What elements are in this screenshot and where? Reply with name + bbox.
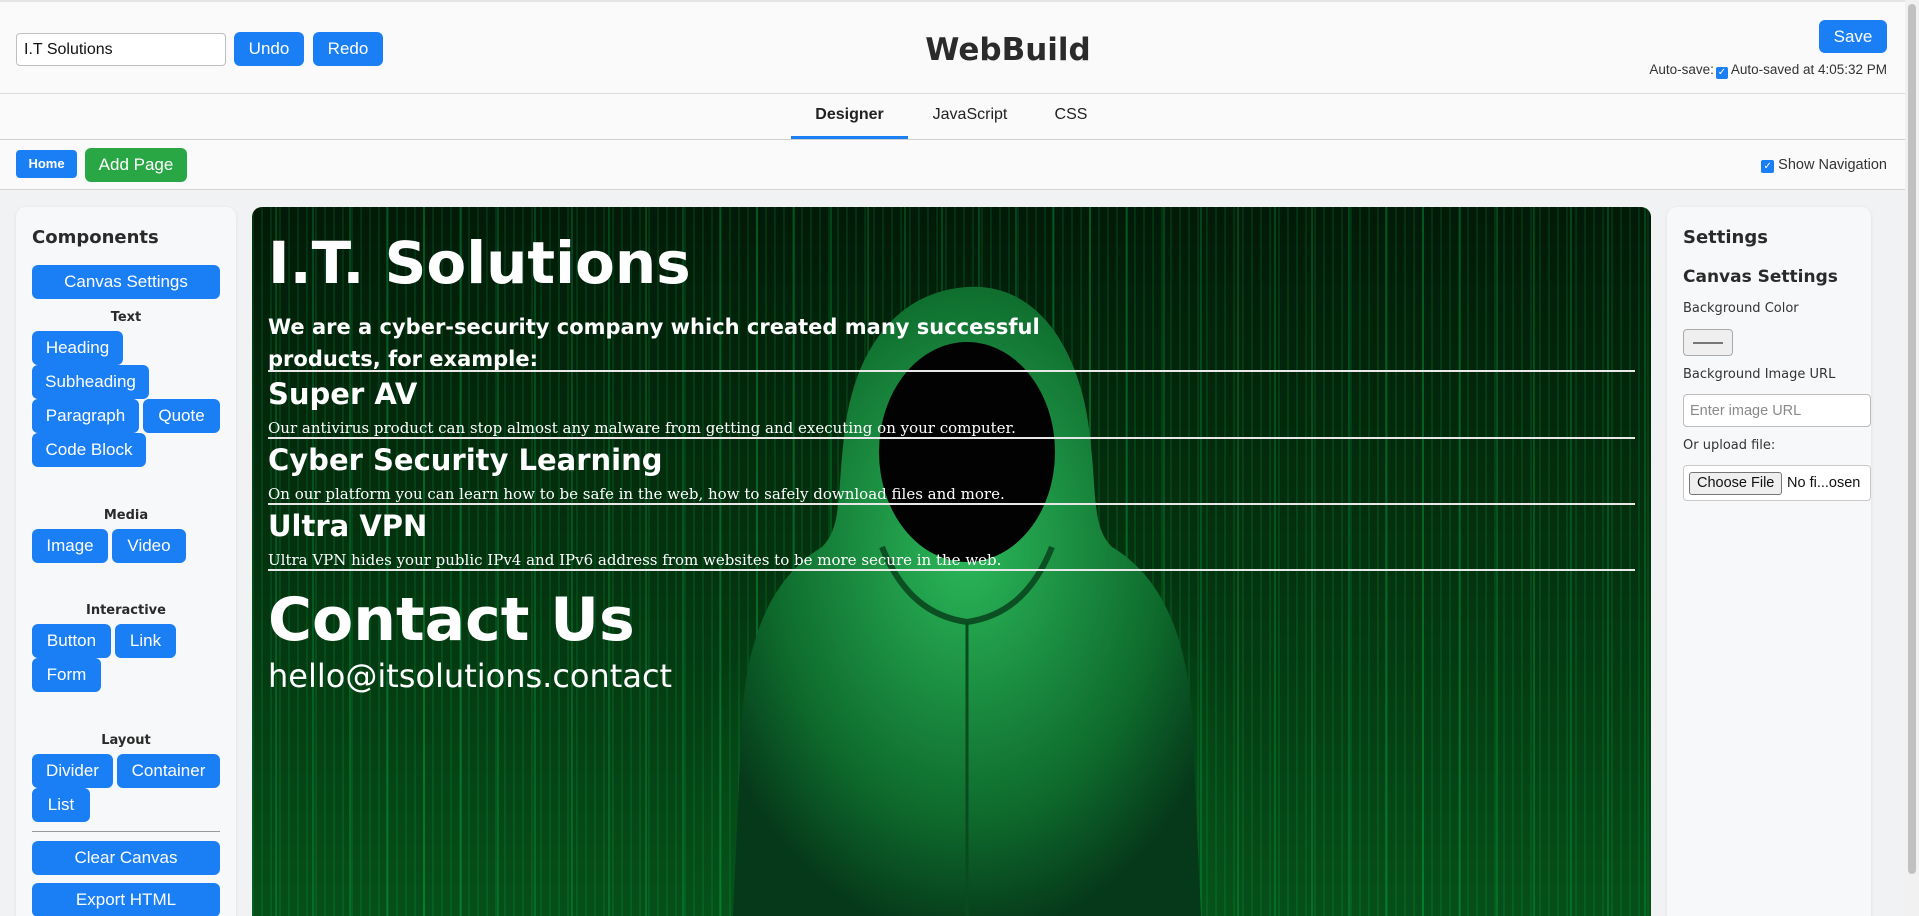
product-heading-ultra-vpn[interactable]: Ultra VPN <box>268 509 427 543</box>
file-status-text: No fi...osen <box>1787 475 1861 491</box>
design-canvas[interactable]: I.T. Solutions We are a cyber-security c… <box>252 207 1651 916</box>
export-html-button[interactable]: Export HTML <box>32 883 220 916</box>
layout-section-label: Layout <box>101 733 151 748</box>
contact-email[interactable]: hello@itsolutions.contact <box>268 657 672 695</box>
tab-css[interactable]: CSS <box>1031 94 1111 139</box>
autosave-checkbox[interactable]: ✓ <box>1715 67 1728 79</box>
contact-heading[interactable]: Contact Us <box>268 585 635 655</box>
bg-image-url-input[interactable] <box>1683 394 1871 427</box>
video-button[interactable]: Video <box>112 529 186 563</box>
code-block-button[interactable]: Code Block <box>32 433 146 467</box>
app-title: WebBuild <box>925 32 1091 68</box>
quote-button[interactable]: Quote <box>143 399 220 433</box>
canvas-site-title[interactable]: I.T. Solutions <box>268 229 691 297</box>
canvas-divider[interactable] <box>268 503 1635 505</box>
show-navigation-checkbox[interactable]: ✓ <box>1761 160 1775 173</box>
show-navigation-toggle: ✓ Show Navigation <box>1761 157 1887 173</box>
tab-designer[interactable]: Designer <box>791 94 908 139</box>
text-section-label: Text <box>110 310 142 325</box>
autosave-status: Auto-save: ✓ Auto-saved at 4:05:32 PM <box>1649 62 1887 79</box>
canvas-divider[interactable] <box>268 569 1635 571</box>
home-page-button[interactable]: Home <box>16 150 77 178</box>
upload-file-label: Or upload file: <box>1683 438 1776 453</box>
save-button[interactable]: Save <box>1819 20 1887 53</box>
form-button[interactable]: Form <box>32 658 101 692</box>
add-page-button[interactable]: Add Page <box>85 148 187 182</box>
settings-panel: Settings Canvas Settings Background Colo… <box>1667 207 1871 916</box>
page-scrollbar[interactable] <box>1905 0 1919 916</box>
canvas-settings-heading: Canvas Settings <box>1683 267 1838 287</box>
interactive-section-label: Interactive <box>86 603 166 618</box>
list-button[interactable]: List <box>32 788 90 822</box>
subheading-button[interactable]: Subheading <box>32 365 149 399</box>
paragraph-button[interactable]: Paragraph <box>32 399 139 433</box>
button-component-button[interactable]: Button <box>32 624 111 658</box>
product-desc-super-av[interactable]: Our antivirus product can stop almost an… <box>268 419 1016 437</box>
product-desc-cyber-learning[interactable]: On our platform you can learn how to be … <box>268 485 1005 503</box>
pages-bar: Home Add Page ✓ Show Navigation <box>0 140 1919 190</box>
media-section-label: Media <box>103 508 149 523</box>
canvas-settings-button[interactable]: Canvas Settings <box>32 265 220 299</box>
tab-javascript[interactable]: JavaScript <box>920 94 1020 139</box>
bg-color-picker[interactable] <box>1683 329 1733 356</box>
bg-color-label: Background Color <box>1683 301 1799 316</box>
show-navigation-label: Show Navigation <box>1778 157 1887 173</box>
canvas-divider[interactable] <box>268 370 1635 372</box>
container-button[interactable]: Container <box>117 754 220 788</box>
bg-image-url-label: Background Image URL <box>1683 367 1836 382</box>
file-upload-field[interactable]: Choose File No fi...osen <box>1683 465 1871 501</box>
image-button[interactable]: Image <box>32 529 108 563</box>
product-heading-super-av[interactable]: Super AV <box>268 377 417 411</box>
link-button[interactable]: Link <box>115 624 176 658</box>
scrollbar-thumb[interactable] <box>1908 4 1916 874</box>
clear-canvas-button[interactable]: Clear Canvas <box>32 841 220 875</box>
components-panel: Components Canvas Settings Text Heading … <box>16 207 236 916</box>
panel-divider <box>32 831 220 832</box>
autosave-label: Auto-save: <box>1649 62 1714 77</box>
heading-button[interactable]: Heading <box>32 331 123 365</box>
canvas-divider[interactable] <box>268 437 1635 439</box>
autosave-time: Auto-saved at 4:05:32 PM <box>1730 62 1887 77</box>
divider-button[interactable]: Divider <box>32 754 113 788</box>
canvas-intro-text[interactable]: We are a cyber-security company which cr… <box>268 311 1128 375</box>
editor-tabs: Designer JavaScript CSS <box>0 94 1919 140</box>
choose-file-button[interactable]: Choose File <box>1689 472 1783 495</box>
top-header: Undo Redo WebBuild Save Auto-save:✓Auto-… <box>0 0 1919 94</box>
settings-title: Settings <box>1683 227 1768 248</box>
product-heading-cyber-learning[interactable]: Cyber Security Learning <box>268 443 663 477</box>
components-title: Components <box>32 227 159 248</box>
product-desc-ultra-vpn[interactable]: Ultra VPN hides your public IPv4 and IPv… <box>268 551 1001 569</box>
